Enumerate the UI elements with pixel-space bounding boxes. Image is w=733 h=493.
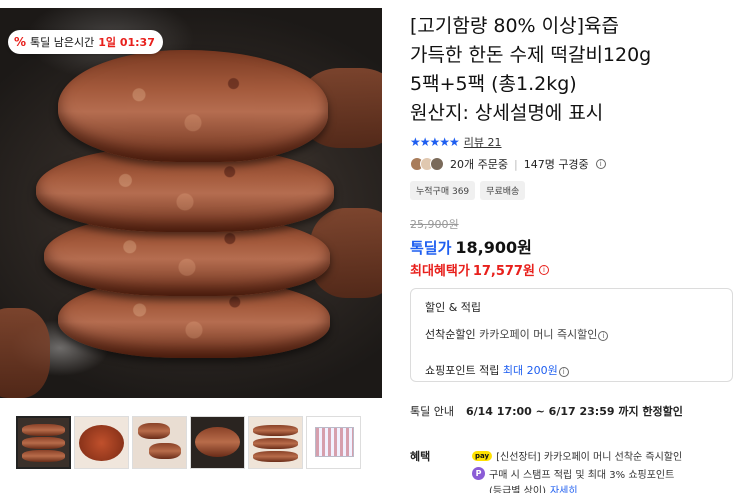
title-line: 5팩+5팩 (총1.2kg): [410, 73, 577, 95]
orders-count: 20개 주문중: [450, 158, 508, 171]
shopping-point-label: 쇼핑포인트 적립: [425, 364, 500, 377]
thumbnail[interactable]: [248, 416, 303, 469]
star-rating: ★★★★★: [410, 135, 460, 149]
max-benefit-label: 최대혜택가: [410, 264, 470, 279]
thumbnail-strip: [16, 416, 361, 469]
tag-cumulative-purchase: 누적구매 369: [410, 181, 476, 200]
avatar: [430, 157, 444, 171]
buyer-avatars: [410, 157, 444, 171]
benefit-item: (등급별 상이) 자세히: [489, 482, 578, 493]
benefit-text: 구매 시 스탬프 적립 및 최대 3% 쇼핑포인트: [489, 470, 675, 481]
thumbnail[interactable]: [306, 416, 361, 469]
benefit-text: (등급별 상이): [489, 486, 546, 493]
discount-box-title: 할인 & 적립: [425, 301, 482, 314]
patty-layer: [58, 50, 328, 162]
thumbnail[interactable]: [190, 416, 245, 469]
info-icon[interactable]: i: [538, 264, 549, 275]
info-icon[interactable]: i: [598, 331, 609, 341]
first-come-sub: 카카오페이 머니 즉시할인: [479, 328, 598, 341]
product-tags: 누적구매 369 무료배송: [410, 181, 526, 200]
tag-free-shipping: 무료배송: [480, 181, 526, 200]
deal-timer-value: 1일 01:37: [98, 36, 155, 49]
deal-price: 18,900원: [455, 238, 532, 257]
first-come-discount: 선착순할인 카카오페이 머니 즉시할인 i: [425, 326, 718, 342]
benefit-item: P 구매 시 스탬프 적립 및 최대 3% 쇼핑포인트: [472, 466, 674, 481]
deal-timer-label: 톡딜 남은시간: [30, 36, 95, 49]
deal-price-row: 톡딜가 18,900원: [410, 234, 532, 258]
title-line: 원산지: 상세설명에 표시: [410, 102, 604, 124]
first-come-label: 선착순할인: [425, 328, 476, 341]
shopping-point-value: 최대 200원: [502, 364, 558, 377]
deal-notice-text: 6/14 17:00 ~ 6/17 23:59 까지 한정할인: [465, 405, 683, 418]
watchers-count: 147명 구경중: [523, 158, 589, 171]
point-icon: P: [472, 467, 485, 480]
product-title: [고기함량 80% 이상]육즙 가득한 한돈 수제 떡갈비120g 5팩+5팩 …: [410, 12, 733, 128]
shopping-point-row: 쇼핑포인트 적립 최대 200원 i: [425, 362, 718, 378]
info-icon[interactable]: i: [595, 159, 606, 169]
deal-notice-label: 톡딜 안내: [410, 405, 454, 418]
rating-row: ★★★★★ 리뷰 21: [410, 134, 502, 150]
title-line: 가득한 한돈 수제 떡갈비120g: [410, 44, 652, 66]
info-icon[interactable]: i: [558, 367, 569, 377]
deal-notice: 톡딜 안내 6/14 17:00 ~ 6/17 23:59 까지 한정할인: [410, 403, 683, 419]
review-link[interactable]: 리뷰 21: [464, 134, 502, 150]
percent-icon: %: [14, 35, 27, 49]
buyer-activity: 20개 주문중 | 147명 구경중 i: [410, 156, 606, 172]
deal-price-label: 톡딜가: [410, 239, 452, 257]
max-benefit-row: 최대혜택가 17,577원 i: [410, 260, 549, 279]
benefit-text: [신선장터] 카카오페이 머니 선착순 즉시할인: [496, 452, 683, 463]
discount-box: 할인 & 적립 선착순할인 카카오페이 머니 즉시할인 i 쇼핑포인트 적립 최대…: [410, 288, 733, 382]
original-price: 25,900원: [410, 218, 459, 231]
thumbnail[interactable]: [16, 416, 71, 469]
kakaopay-icon: pay: [472, 450, 493, 461]
thumbnail[interactable]: [132, 416, 187, 469]
title-line: [고기함량 80% 이상]육즙: [410, 15, 619, 37]
side-patty: [0, 308, 50, 398]
details-link[interactable]: 자세히: [550, 482, 578, 493]
max-benefit-price: 17,577원: [472, 264, 535, 279]
product-main-image: % 톡딜 남은시간 1일 01:37: [0, 8, 382, 398]
thumbnail[interactable]: [74, 416, 129, 469]
benefit-label: 혜택: [410, 450, 431, 463]
deal-timer-badge: % 톡딜 남은시간 1일 01:37: [8, 30, 163, 54]
benefit-item: pay [신선장터] 카카오페이 머니 선착순 즉시할인: [472, 448, 682, 463]
